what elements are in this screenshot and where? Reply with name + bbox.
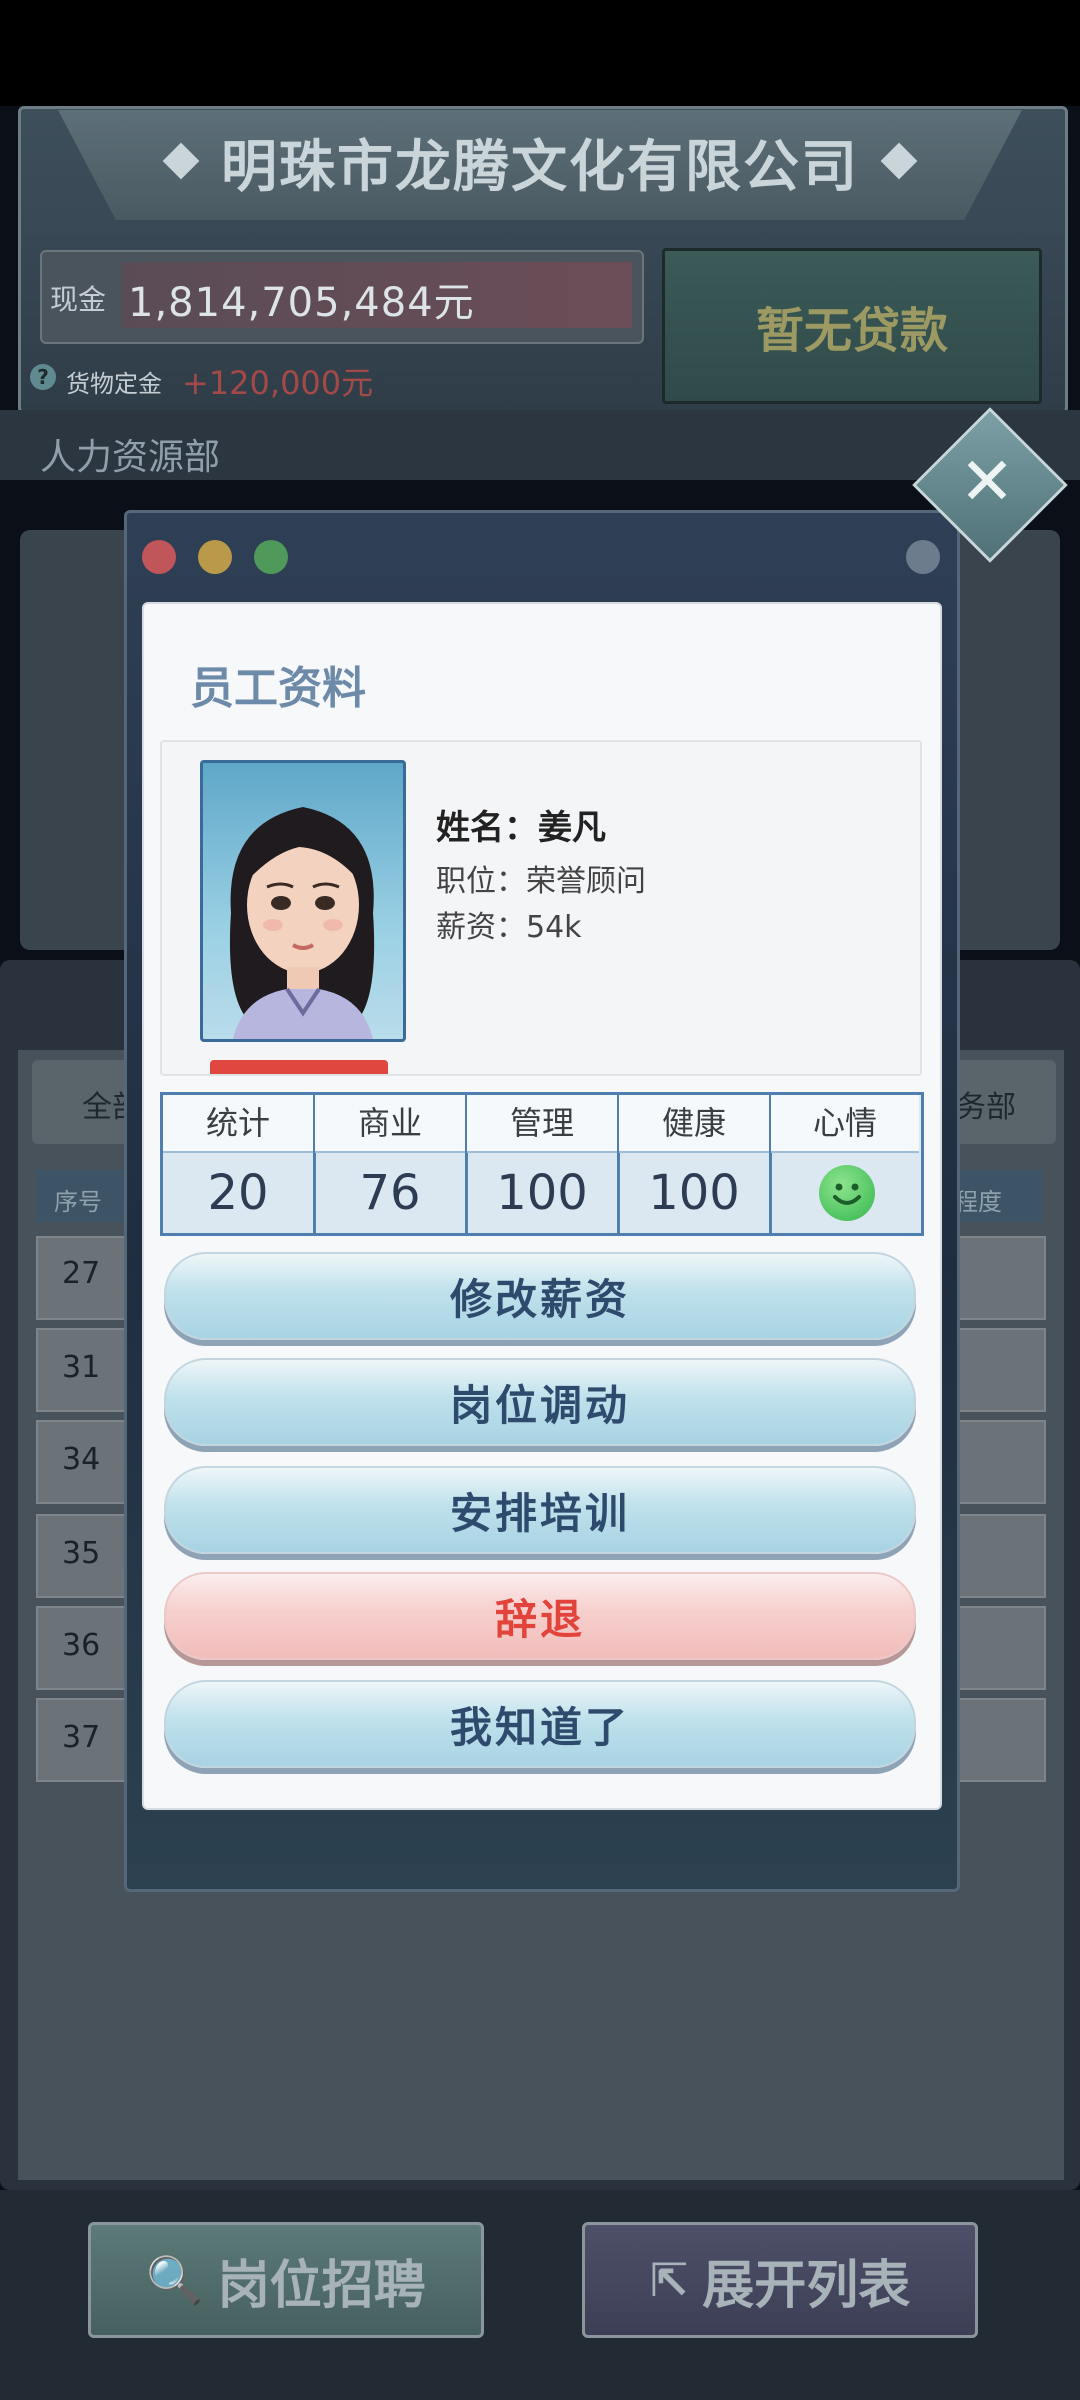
department-title: 人力资源部 — [40, 437, 221, 478]
employee-position: 职位：荣誉顾问 — [436, 864, 646, 899]
stat-label: 健康 — [619, 1095, 769, 1153]
list-item-number: 27 — [62, 1256, 101, 1291]
cash-label: 现金 — [50, 283, 107, 316]
window-dot-green — [254, 540, 288, 574]
stat-management: 管理 100 — [467, 1095, 620, 1233]
stat-value: 100 — [496, 1165, 588, 1221]
stats-table: 统计 20 商业 76 管理 100 健康 100 心情 — [160, 1092, 924, 1236]
list-item-number: 31 — [62, 1350, 101, 1385]
acknowledge-button[interactable]: 我知道了 — [164, 1680, 916, 1768]
training-button[interactable]: 安排培训 — [164, 1466, 916, 1554]
window-dot-gray — [906, 540, 940, 574]
expand-list-button[interactable]: ⇱ 展开列表 — [582, 2222, 978, 2338]
recruit-button-label: 岗位招聘 — [217, 2255, 426, 2316]
stat-value: 20 — [207, 1165, 269, 1221]
help-icon[interactable]: ? — [30, 364, 56, 390]
portrait-status-bar — [210, 1060, 388, 1074]
stat-business: 商业 76 — [315, 1095, 468, 1233]
employee-name: 姓名：姜凡 — [436, 808, 606, 848]
employee-salary: 薪资：54k — [436, 910, 582, 945]
dismiss-button[interactable]: 辞退 — [164, 1572, 916, 1660]
deposit-value: +120,000元 — [182, 364, 374, 402]
window-dot-red — [142, 540, 176, 574]
stat-statistics: 统计 20 — [163, 1095, 316, 1233]
document-search-icon: 🔍 — [146, 2252, 204, 2307]
recruit-button[interactable]: 🔍 岗位招聘 — [88, 2222, 484, 2338]
header-level: 程度 — [954, 1188, 1002, 1216]
stat-label: 管理 — [467, 1095, 617, 1153]
list-item-number: 35 — [62, 1536, 101, 1571]
transfer-button[interactable]: 岗位调动 — [164, 1358, 916, 1446]
cash-value: 1,814,705,484元 — [128, 280, 475, 326]
deposit-label: 货物定金 — [66, 370, 162, 398]
list-item-number: 37 — [62, 1720, 101, 1755]
employee-portrait — [200, 760, 406, 1042]
stat-label: 商业 — [315, 1095, 465, 1153]
window-dot-yellow — [198, 540, 232, 574]
stat-mood: 心情 — [771, 1095, 919, 1233]
loan-button[interactable]: 暂无贷款 — [662, 248, 1042, 404]
list-item-number: 36 — [62, 1628, 101, 1663]
stat-health: 健康 100 — [619, 1095, 772, 1233]
filter-tab-label: 务部 — [956, 1090, 1016, 1125]
expand-list-button-label: 展开列表 — [702, 2255, 911, 2316]
company-name: 明珠市龙腾文化有限公司 — [221, 135, 859, 200]
stat-value: 100 — [648, 1165, 740, 1221]
stat-label: 统计 — [163, 1095, 313, 1153]
list-item-number: 34 — [62, 1442, 101, 1477]
expand-arrows-icon: ⇱ — [649, 2253, 689, 2307]
header-index: 序号 — [54, 1188, 102, 1216]
stat-label: 心情 — [771, 1095, 919, 1153]
status-bar — [0, 0, 1080, 106]
change-salary-button[interactable]: 修改薪资 — [164, 1252, 916, 1340]
dialog-title: 员工资料 — [190, 663, 366, 714]
close-icon: ✕ — [959, 443, 1015, 520]
smiley-face-icon — [819, 1165, 875, 1221]
avatar-illustration — [229, 807, 375, 1039]
stat-value: 76 — [359, 1165, 421, 1221]
